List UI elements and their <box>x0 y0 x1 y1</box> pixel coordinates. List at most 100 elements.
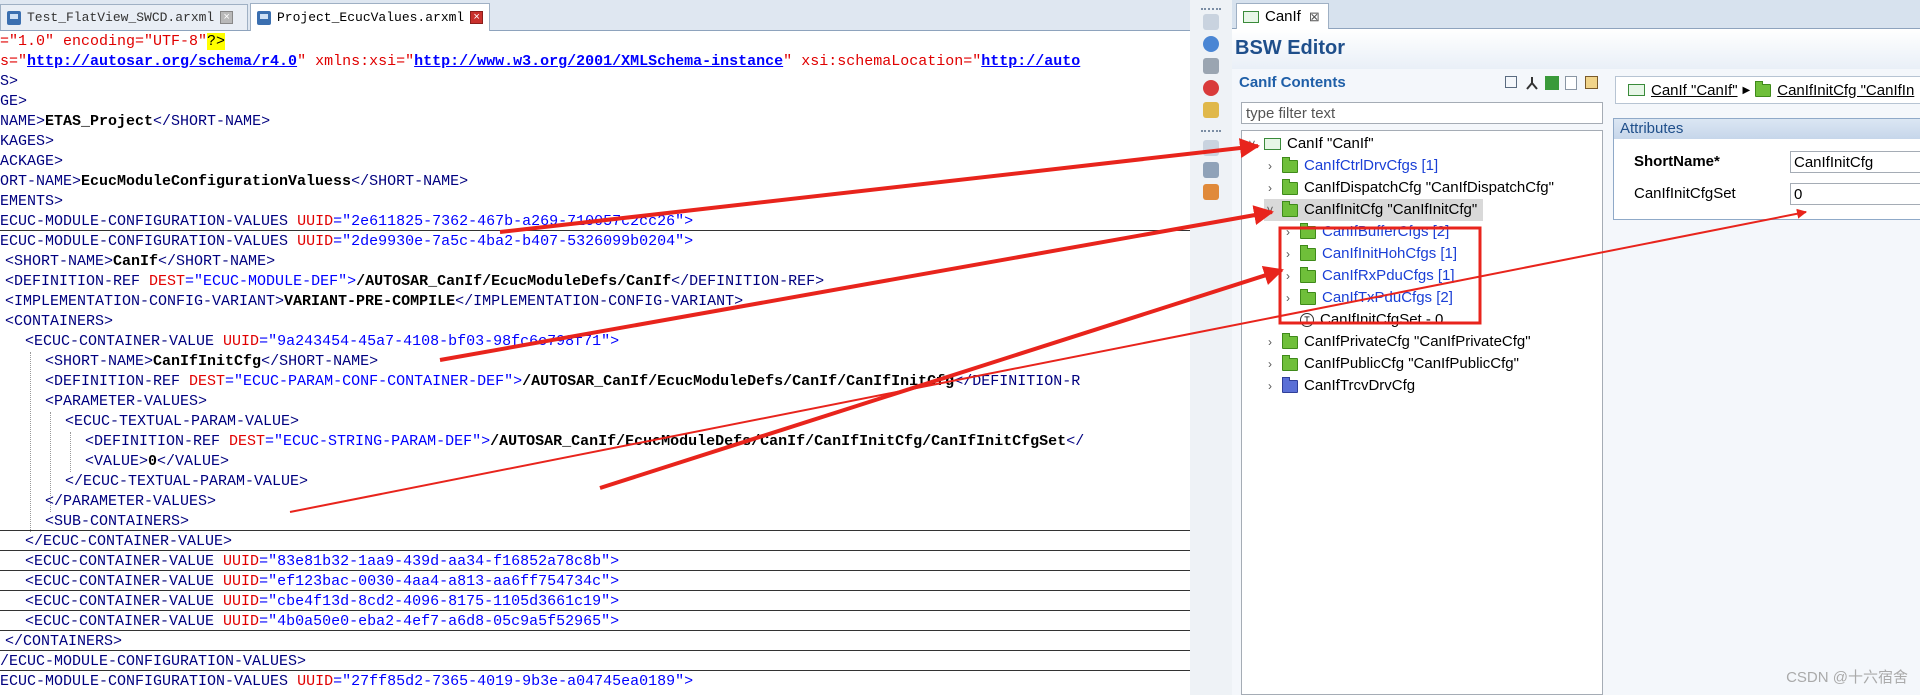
navigate-icon[interactable] <box>1203 36 1219 52</box>
collapse-all-icon[interactable] <box>1505 76 1517 88</box>
chevron-right-icon[interactable]: › <box>1264 177 1276 199</box>
close-icon[interactable]: ⊠ <box>1309 9 1320 25</box>
xml-line: ORT-NAME>EcucModuleConfigurationValuess<… <box>0 173 469 190</box>
initcfgset-input[interactable] <box>1790 183 1920 205</box>
arxml-file-icon <box>257 10 271 25</box>
contents-section: CanIf Contents ˅ CanIf "CanIf" › CanIfCt… <box>1235 70 1605 695</box>
shortname-label: ShortName* <box>1634 153 1720 170</box>
layers-icon[interactable] <box>1203 58 1219 74</box>
toolbar-grip[interactable] <box>1201 8 1221 13</box>
editor-header: BSW Editor <box>1232 29 1920 69</box>
grid-icon[interactable] <box>1585 76 1598 89</box>
tree-item-selected[interactable]: ˅ CanIfInitCfg "CanIfInitCfg" <box>1264 199 1484 221</box>
chevron-down-icon[interactable]: ˅ <box>1246 133 1258 155</box>
vp-filter-icon[interactable] <box>1545 76 1559 90</box>
tab-project-ecucvalues[interactable]: Project_EcucValues.arxml × <box>250 3 490 31</box>
folder-icon <box>1282 200 1298 217</box>
tab-canif[interactable]: CanIf ⊠ <box>1236 3 1329 29</box>
chevron-down-icon[interactable]: ˅ <box>1264 199 1276 221</box>
target-icon[interactable] <box>1203 80 1219 96</box>
tree-item[interactable]: › CanIfTrcvDrvCfg <box>1264 375 1415 397</box>
chevron-right-icon: ▶ <box>1742 84 1751 96</box>
tab-test-flatview[interactable]: Test_FlatView_SWCD.arxml × <box>0 4 248 30</box>
breadcrumb-item[interactable]: CanIfInitCfg "CanIfIn <box>1777 82 1914 99</box>
indent-guide <box>50 412 51 512</box>
filter-input[interactable] <box>1241 102 1603 124</box>
line-separator <box>0 230 1190 231</box>
xml-line: <ECUC-CONTAINER-VALUE UUID="ef123bac-003… <box>25 573 620 590</box>
search-db-icon[interactable] <box>1203 102 1219 118</box>
chevron-right-icon[interactable]: › <box>1264 155 1276 177</box>
tree-item[interactable]: › CanIfBufferCfgs [2] <box>1282 221 1449 243</box>
tree-item[interactable]: › CanIfInitHohCfgs [1] <box>1282 243 1457 265</box>
folder-icon <box>1300 266 1316 283</box>
tree-item[interactable]: › CanIfPublicCfg "CanIfPublicCfg" <box>1264 353 1519 375</box>
chevron-right-icon[interactable]: › <box>1264 375 1276 397</box>
document-icon[interactable] <box>1565 76 1577 90</box>
xml-line: <SHORT-NAME>CanIf</SHORT-NAME> <box>5 253 276 270</box>
shortname-input[interactable] <box>1790 151 1920 173</box>
xml-line: KAGES> <box>0 133 55 150</box>
indent-guide <box>30 352 31 532</box>
tree-item-label: CanIf "CanIf" <box>1287 135 1374 152</box>
line-separator <box>0 570 1190 571</box>
xml-line: <VALUE>0</VALUE> <box>85 453 230 470</box>
chevron-right-icon[interactable]: › <box>1282 243 1294 265</box>
chevron-right-icon[interactable]: › <box>1282 265 1294 287</box>
xml-line: <DEFINITION-REF DEST="ECUC-PARAM-CONF-CO… <box>45 373 1081 390</box>
close-icon[interactable]: × <box>220 11 234 24</box>
xml-editor-pane[interactable]: Test_FlatView_SWCD.arxml × Project_EcucV… <box>0 0 1191 695</box>
xml-line: </ECUC-TEXTUAL-PARAM-VALUE> <box>65 473 309 490</box>
tree-item[interactable]: ˅ CanIf "CanIf" <box>1246 133 1374 155</box>
tree-item-label: CanIfTxPduCfgs [2] <box>1322 289 1453 306</box>
tree-item-label: CanIfTrcvDrvCfg <box>1304 377 1416 394</box>
tree-item-label: CanIfDispatchCfg "CanIfDispatchCfg" <box>1304 179 1554 196</box>
toolbar-grip[interactable] <box>1201 130 1221 135</box>
xml-line: </CONTAINERS> <box>5 633 123 650</box>
tree-icon[interactable] <box>1525 76 1539 90</box>
tree-item-label: CanIfBufferCfgs [2] <box>1322 223 1450 240</box>
breadcrumb-item[interactable]: CanIf "CanIf" <box>1651 82 1738 99</box>
chevron-right-icon[interactable]: › <box>1282 287 1294 309</box>
editor-tab-bar: Test_FlatView_SWCD.arxml × Project_EcucV… <box>0 0 1190 31</box>
xml-line: <ECUC-CONTAINER-VALUE UUID="9a243454-45a… <box>25 333 620 350</box>
chevron-right-icon[interactable]: › <box>1264 353 1276 375</box>
xml-line: <DEFINITION-REF DEST="ECUC-STRING-PARAM-… <box>85 433 1085 450</box>
close-icon[interactable]: × <box>470 11 484 24</box>
minimize-icon[interactable] <box>1203 14 1219 30</box>
tree-item[interactable]: › CanIfDispatchCfg "CanIfDispatchCfg" <box>1264 177 1554 199</box>
folder-icon <box>1282 354 1298 371</box>
xml-line: ECUC-MODULE-CONFIGURATION-VALUES UUID="2… <box>0 233 694 250</box>
xml-line: <ECUC-CONTAINER-VALUE UUID="cbe4f13d-8cd… <box>25 593 620 610</box>
folder-icon <box>1282 178 1298 195</box>
xml-line: NAME>ETAS_Project</SHORT-NAME> <box>0 113 271 130</box>
xml-line: S> <box>0 73 19 90</box>
xml-line: ECUC-MODULE-CONFIGURATION-VALUES UUID="2… <box>0 213 694 230</box>
xml-line: <DEFINITION-REF DEST="ECUC-MODULE-DEF">/… <box>5 273 825 290</box>
tree-item[interactable]: › CanIfRxPduCfgs [1] <box>1282 265 1455 287</box>
xml-line: <ECUC-TEXTUAL-PARAM-VALUE> <box>65 413 300 430</box>
contents-tree[interactable]: ˅ CanIf "CanIf" › CanIfCtrlDrvCfgs [1] ›… <box>1241 130 1603 695</box>
xml-line: GE> <box>0 93 28 110</box>
line-separator <box>0 530 1190 531</box>
chevron-right-icon[interactable]: › <box>1282 221 1294 243</box>
tree-item-label: CanIfInitHohCfgs [1] <box>1322 245 1458 262</box>
breadcrumb: CanIf "CanIf" ▶ CanIfInitCfg "CanIfIn <box>1615 76 1920 104</box>
chevron-right-icon[interactable]: › <box>1264 331 1276 353</box>
minimize-icon[interactable] <box>1203 140 1219 156</box>
tree-item[interactable]: › CanIfCtrlDrvCfgs [1] <box>1264 155 1438 177</box>
tree-item[interactable]: › CanIfPrivateCfg "CanIfPrivateCfg" <box>1264 331 1531 353</box>
tree-item-label: CanIfInitCfg "CanIfInitCfg" <box>1304 201 1478 218</box>
link-icon[interactable] <box>1203 162 1219 178</box>
tab-label: Test_FlatView_SWCD.arxml <box>27 10 215 25</box>
line-separator <box>0 610 1190 611</box>
tree-item[interactable]: T CanIfInitCfgSet - 0 <box>1300 309 1443 331</box>
xml-line: ="1.0" encoding="UTF-8"?> <box>0 33 226 50</box>
watermark: CSDN @十六宿舍 <box>1786 669 1908 686</box>
tree-item-label: CanIfPublicCfg "CanIfPublicCfg" <box>1304 355 1519 372</box>
indent-guide <box>70 432 71 472</box>
gear-icon[interactable] <box>1203 184 1219 200</box>
line-separator <box>0 590 1190 591</box>
tree-item[interactable]: › CanIfTxPduCfgs [2] <box>1282 287 1453 309</box>
attributes-panel: Attributes ShortName* CanIfInitCfgSet <box>1613 118 1920 220</box>
